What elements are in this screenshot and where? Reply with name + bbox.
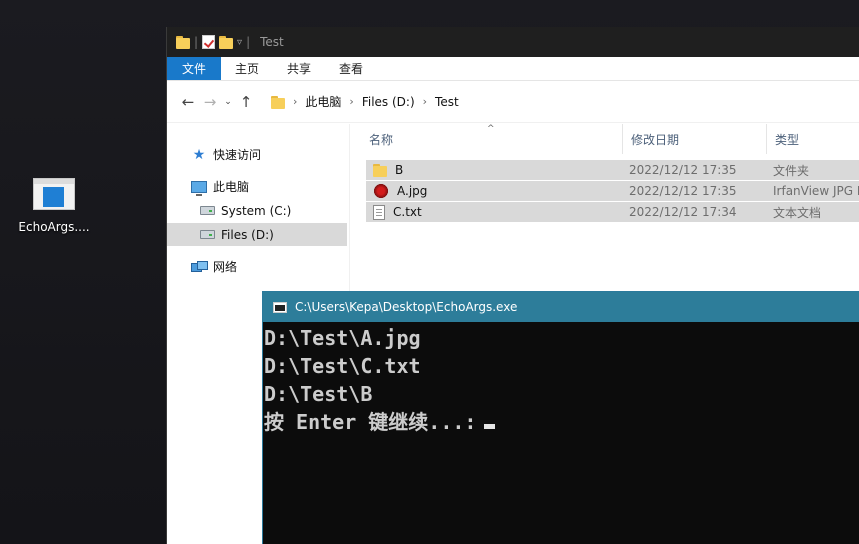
window-title: Test — [260, 35, 284, 49]
file-type: 文本文档 — [773, 205, 822, 220]
console-prompt-row: 按 Enter 键继续...: — [264, 408, 859, 436]
forward-arrow-icon[interactable]: → — [199, 93, 221, 111]
star-icon: ★ — [192, 146, 206, 163]
recent-locations-chevron-icon[interactable]: ⌄ — [221, 97, 235, 107]
folder-icon — [271, 95, 285, 109]
file-date: 2022/12/12 17:35 — [629, 184, 737, 198]
desktop-icon-label: EchoArgs.... — [18, 220, 90, 234]
sidebar-item-files-d[interactable]: Files (D:) — [167, 223, 347, 246]
exe-icon — [33, 178, 75, 210]
file-name-cell: A.jpg — [373, 183, 427, 199]
console-line: D:\Test\A.jpg — [264, 326, 421, 350]
tab-home[interactable]: 主页 — [221, 57, 273, 80]
navigation-bar: ← → ⌄ ↑ › 此电脑 › Files (D:) › Test — [167, 81, 859, 123]
sidebar-item-label: 网络 — [213, 260, 238, 274]
sidebar-item-label: 快速访问 — [213, 148, 262, 162]
up-arrow-icon[interactable]: ↑ — [235, 93, 257, 111]
sidebar-item-quick-access[interactable]: ★ 快速访问 — [167, 143, 347, 166]
chevron-right-icon[interactable]: › — [423, 95, 427, 108]
console-titlebar[interactable]: C:\Users\Kepa\Desktop\EchoArgs.exe — [263, 292, 859, 322]
folder-icon — [373, 163, 387, 177]
computer-icon — [191, 180, 207, 196]
column-header-date[interactable]: 修改日期 — [622, 124, 679, 154]
network-icon — [191, 260, 208, 273]
tab-view[interactable]: 查看 — [325, 57, 377, 80]
folder-icon — [176, 35, 190, 49]
sort-ascending-icon: ^ — [487, 124, 495, 134]
column-header-name[interactable]: 名称 — [360, 124, 393, 154]
explorer-titlebar: | ▿ | Test — [167, 27, 859, 57]
tab-share[interactable]: 共享 — [273, 57, 325, 80]
text-file-icon — [373, 204, 385, 220]
ribbon-tabs: 文件 主页 共享 查看 — [167, 57, 859, 81]
sidebar-item-label: System (C:) — [221, 203, 292, 218]
file-name-cell: C.txt — [373, 204, 422, 220]
address-bar[interactable]: › 此电脑 › Files (D:) › Test — [265, 89, 859, 115]
file-date: 2022/12/12 17:34 — [629, 205, 737, 219]
file-name: B — [395, 163, 404, 177]
breadcrumb-files-d[interactable]: Files (D:) — [362, 95, 415, 109]
file-name-cell: B — [373, 163, 403, 177]
breadcrumb-test[interactable]: Test — [435, 95, 459, 109]
file-type: 文件夹 — [773, 163, 810, 178]
sidebar-item-this-pc[interactable]: 此电脑 — [167, 175, 347, 198]
customize-toolbar-icon[interactable]: ▿ — [237, 37, 242, 48]
irfanview-jpg-icon — [373, 183, 389, 199]
console-line: D:\Test\C.txt — [264, 354, 421, 378]
console-title: C:\Users\Kepa\Desktop\EchoArgs.exe — [295, 300, 518, 314]
sidebar-item-network[interactable]: 网络 — [167, 255, 347, 278]
column-headers: ^ 名称 修改日期 类型 — [351, 124, 859, 154]
back-arrow-icon[interactable]: ← — [177, 93, 199, 111]
chevron-right-icon[interactable]: › — [349, 95, 353, 108]
breadcrumb-this-pc[interactable]: 此电脑 — [305, 93, 341, 110]
console-icon — [273, 301, 287, 313]
new-folder-icon[interactable] — [219, 35, 234, 49]
desktop-shortcut-echoargs[interactable]: EchoArgs.... — [14, 172, 94, 234]
file-type: IrfanView JPG F — [773, 184, 859, 198]
file-name: A.jpg — [397, 184, 428, 198]
sidebar-item-system-c[interactable]: System (C:) — [167, 199, 347, 222]
file-row-a-jpg[interactable]: A.jpg 2022/12/12 17:35 IrfanView JPG F — [366, 181, 859, 201]
console-line: D:\Test\B — [264, 382, 373, 406]
sidebar-item-label: Files (D:) — [221, 227, 274, 242]
text-cursor — [484, 424, 496, 429]
quick-access-toolbar: | ▿ | — [176, 35, 250, 49]
tab-file[interactable]: 文件 — [167, 57, 222, 80]
system-drive-icon — [200, 206, 215, 215]
toolbar-separator: | — [246, 35, 251, 49]
toolbar-separator: | — [194, 35, 199, 49]
drive-icon — [200, 230, 215, 239]
properties-icon[interactable] — [202, 35, 216, 49]
console-window[interactable]: C:\Users\Kepa\Desktop\EchoArgs.exe D:\Te… — [262, 291, 859, 544]
file-row-c-txt[interactable]: C.txt 2022/12/12 17:34 文本文档 — [366, 202, 859, 222]
console-line: 按 Enter 键继续...: — [264, 410, 477, 434]
file-date: 2022/12/12 17:35 — [629, 163, 737, 177]
file-row-b[interactable]: B 2022/12/12 17:35 文件夹 — [366, 160, 859, 180]
chevron-right-icon[interactable]: › — [293, 95, 297, 108]
console-output: D:\Test\A.jpg D:\Test\C.txt D:\Test\B 按 … — [263, 322, 859, 436]
column-header-type[interactable]: 类型 — [766, 124, 799, 154]
file-name: C.txt — [393, 205, 422, 219]
sidebar-item-label: 此电脑 — [213, 180, 250, 194]
